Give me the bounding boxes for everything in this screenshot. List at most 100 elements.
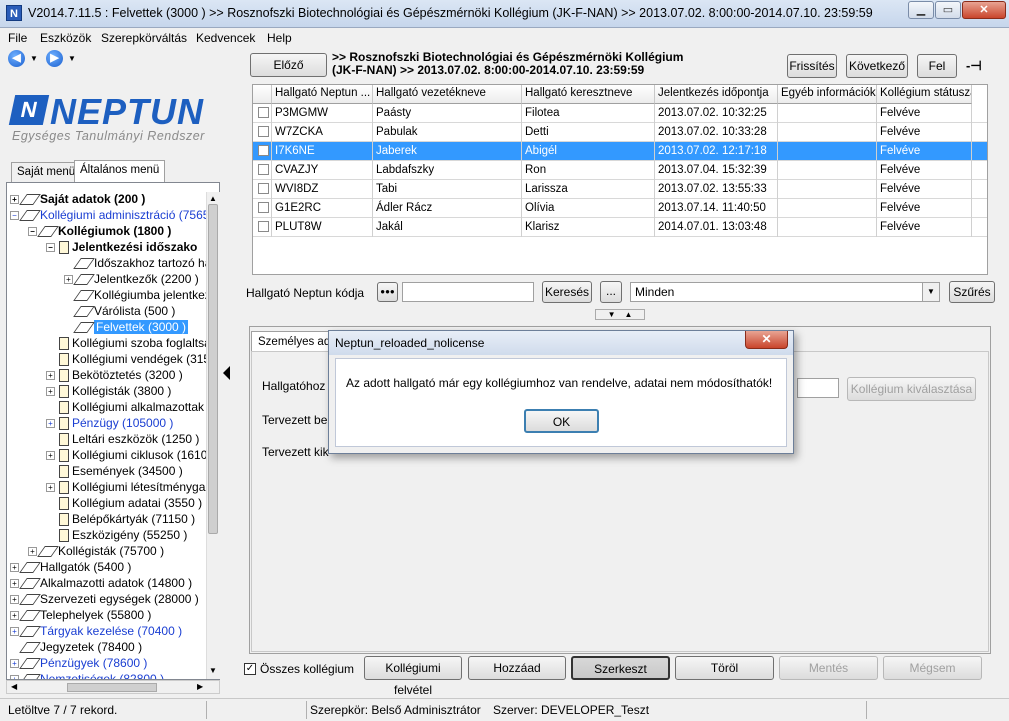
expand-icon[interactable]: + [10, 563, 19, 573]
edit-button[interactable]: Szerkeszt [571, 656, 670, 680]
expand-icon[interactable]: + [10, 195, 19, 205]
collapse-left-icon[interactable] [223, 366, 230, 380]
tree-item[interactable]: + Pénzügyek (78600 ) [10, 655, 147, 671]
expand-icon[interactable]: + [10, 659, 19, 669]
tree-item[interactable]: Várólista (500 ) [64, 303, 175, 319]
menu-role-switch[interactable]: Szerepkörváltás [101, 31, 187, 45]
expand-icon[interactable]: + [10, 595, 19, 605]
tab-general-menu[interactable]: Általános menü [74, 160, 166, 183]
back-arrow-icon[interactable]: ◀ [8, 50, 25, 67]
tree-item[interactable]: + Szervezeti egységek (28000 ) [10, 591, 199, 607]
tree-item[interactable]: Kollégiumi vendégek (315 [46, 351, 210, 367]
tree-item[interactable]: Kollégiumi alkalmazottak ( [46, 399, 211, 415]
tree-item[interactable]: + Kollégiumi létesítménygaz [46, 479, 211, 495]
tree-item[interactable]: − Jelentkezési időszako [46, 239, 197, 255]
tree-item[interactable]: + Kollégiumi ciklusok (1610 [46, 447, 207, 463]
refresh-button[interactable]: Frissítés [787, 54, 837, 78]
minimize-button[interactable]: ▁ [908, 1, 934, 19]
table-row[interactable]: I7K6NE Jaberek Abigél 2013.07.02. 12:17:18 F… [253, 142, 987, 161]
expand-icon[interactable]: + [46, 451, 55, 461]
menu-file[interactable]: File [8, 31, 27, 45]
tree-item[interactable]: + Kollégisták (3800 ) [46, 383, 171, 399]
panel-splitter[interactable] [221, 362, 233, 384]
cancel-button[interactable]: Mégsem [883, 656, 982, 680]
tree-item[interactable]: − Kollégiumok (1800 ) [28, 223, 171, 239]
expand-icon[interactable]: + [64, 275, 73, 285]
scroll-right-icon[interactable]: ▶ [197, 682, 203, 691]
dialog-close-button[interactable]: ✕ [745, 331, 788, 349]
expand-icon[interactable]: + [10, 611, 19, 621]
tree-item[interactable]: Felvettek (3000 ) [64, 319, 189, 335]
tree-item[interactable]: + Jelentkezők (2200 ) [64, 271, 199, 287]
tree-item[interactable]: Kollégium adatai (3550 ) [46, 495, 202, 511]
close-button[interactable]: ✕ [962, 1, 1006, 19]
expand-icon[interactable]: + [10, 627, 19, 637]
maximize-button[interactable]: ▭ [935, 1, 961, 19]
tree-item[interactable]: + Tárgyak kezelése (70400 ) [10, 623, 182, 639]
tree-item[interactable]: Kollégiumi szoba foglaltsá [46, 335, 211, 351]
scroll-down-icon[interactable]: ▼ [209, 666, 217, 675]
tree-item[interactable]: + Hallgatók (5400 ) [10, 559, 131, 575]
forward-dropdown-icon[interactable]: ▼ [68, 54, 76, 63]
scroll-up-icon[interactable]: ▲ [209, 194, 217, 203]
menu-favorites[interactable]: Kedvencek [196, 31, 255, 45]
tab-own-menu[interactable]: Saját menü [11, 162, 82, 182]
grid-column-header[interactable]: Hallgató vezetékneve [373, 85, 522, 104]
tree-item[interactable]: + Kollégisták (75700 ) [28, 543, 164, 559]
grid-column-header[interactable]: Kollégium státusza [877, 85, 972, 104]
assigned-college-input[interactable] [797, 378, 839, 398]
expand-icon[interactable]: + [10, 579, 19, 589]
expand-icon[interactable]: + [28, 547, 37, 557]
grid-column-header[interactable]: Jelentkezés időpontja [655, 85, 778, 104]
tree-item[interactable]: Leltári eszközök (1250 ) [46, 431, 199, 447]
collapse-icon[interactable]: − [46, 243, 55, 253]
save-button[interactable]: Mentés [779, 656, 878, 680]
scroll-left-icon[interactable]: ◀ [11, 682, 17, 691]
table-row[interactable]: CVAZJY Labdafszky Ron 2013.07.04. 15:32:39 F… [253, 161, 987, 180]
delete-button[interactable]: Töröl [675, 656, 774, 680]
forward-arrow-icon[interactable]: ▶ [46, 50, 63, 67]
tree-item[interactable]: Események (34500 ) [46, 463, 183, 479]
collapse-up-icon[interactable]: ▲ [624, 310, 632, 319]
dots-button[interactable]: ●●● [377, 282, 398, 302]
tree-item[interactable]: Kollégiumba jelentkez [64, 287, 211, 303]
tree-item[interactable]: + Telephelyek (55800 ) [10, 607, 151, 623]
grid-column-header[interactable]: Egyéb információk [778, 85, 877, 104]
collapse-icon[interactable]: − [28, 227, 37, 237]
tree-item[interactable]: Időszakhoz tartozó ha [64, 255, 211, 271]
ellipsis-button[interactable]: ... [600, 281, 622, 303]
chevron-down-icon[interactable]: ▼ [922, 283, 939, 301]
filter-button[interactable]: Szűrés [949, 281, 995, 303]
tab-personal-data[interactable]: Személyes adatok [251, 331, 331, 351]
tree-item[interactable]: − Kollégiumi adminisztráció (75650 [10, 207, 216, 223]
neptun-code-input[interactable] [402, 282, 534, 302]
table-row[interactable]: WVI8DZ Tabi Larissza 2013.07.02. 13:55:33 Fe… [253, 180, 987, 199]
tree-item[interactable]: + Alkalmazotti adatok (14800 ) [10, 575, 192, 591]
search-button[interactable]: Keresés [542, 281, 592, 303]
tree-item[interactable]: + Saját adatok (200 ) [10, 191, 145, 207]
ok-button[interactable]: OK [524, 409, 599, 433]
tree-item[interactable]: + Nemzetiségek (82800 ) [10, 671, 164, 679]
tree-item[interactable]: Eszközigény (55250 ) [46, 527, 187, 543]
collapse-down-icon[interactable]: ▼ [608, 310, 616, 319]
table-row[interactable]: P3MGMW Paásty Filotea 2013.07.02. 10:32:25 F… [253, 104, 987, 123]
tree-horizontal-scrollbar[interactable]: ◀ ▶ [6, 680, 220, 694]
table-row[interactable]: G1E2RC Ádler Rácz Olívia 2013.07.14. 11:40:… [253, 199, 987, 218]
expand-icon[interactable]: + [46, 419, 55, 429]
expand-icon[interactable]: + [46, 387, 55, 397]
menu-tools[interactable]: Eszközök [40, 31, 91, 45]
grid-column-header[interactable]: Hallgató Neptun ... [272, 85, 373, 104]
tree-item[interactable]: + Pénzügy (105000 ) [46, 415, 173, 431]
select-college-button[interactable]: Kollégium kiválasztása [847, 377, 976, 401]
table-row[interactable]: W7ZCKA Pabulak Detti 2013.07.02. 10:33:28 Fe… [253, 123, 987, 142]
tree-hscroll-thumb[interactable] [67, 683, 157, 692]
collapse-toggle[interactable]: ▼ ▲ [595, 309, 645, 320]
table-row[interactable]: PLUT8W Jakál Klarisz 2014.07.01. 13:03:48 Fe… [253, 218, 987, 237]
menu-help[interactable]: Help [267, 31, 292, 45]
expand-icon[interactable]: + [46, 371, 55, 381]
pin-icon[interactable]: -⊣ [966, 58, 982, 74]
add-button[interactable]: Hozzáad [468, 656, 566, 680]
collapse-icon[interactable]: − [10, 211, 19, 221]
filter-select[interactable]: Minden ▼ [630, 282, 940, 302]
grid-column-header[interactable]: Hallgató keresztneve [522, 85, 655, 104]
